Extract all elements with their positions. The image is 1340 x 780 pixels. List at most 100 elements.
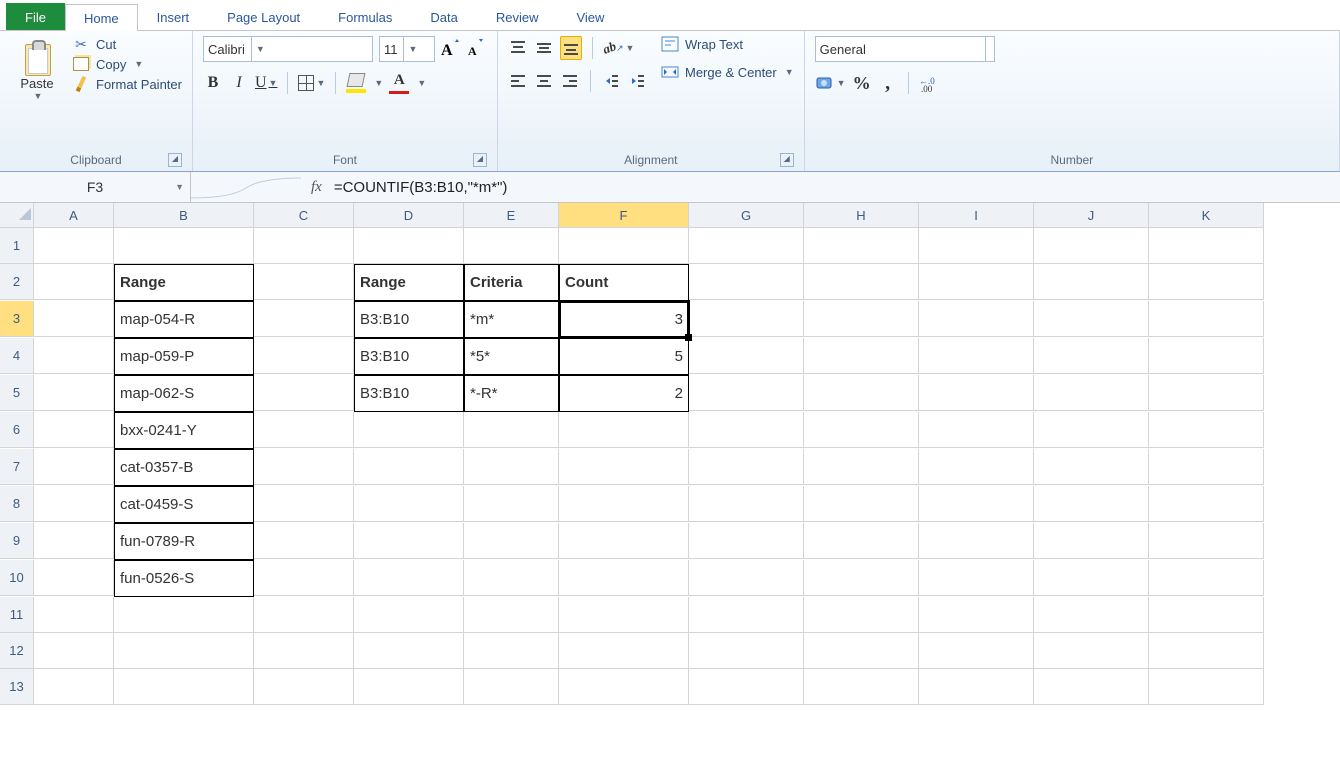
row-header-1[interactable]: 1 (0, 228, 34, 264)
column-header-F[interactable]: F (559, 203, 689, 228)
row-header-4[interactable]: 4 (0, 338, 34, 374)
chevron-down-icon[interactable]: ▼ (417, 78, 426, 88)
percent-button[interactable]: % (852, 72, 872, 94)
row-header-2[interactable]: 2 (0, 264, 34, 300)
cell-A6[interactable] (34, 412, 114, 448)
cell-F2[interactable]: Count (559, 264, 689, 301)
align-bottom-button[interactable] (560, 36, 582, 60)
cell-D10[interactable] (354, 560, 464, 596)
cell-H1[interactable] (804, 228, 919, 264)
cell-H2[interactable] (804, 264, 919, 300)
cell-G12[interactable] (689, 633, 804, 669)
cell-I8[interactable] (919, 486, 1034, 522)
cell-G13[interactable] (689, 669, 804, 705)
tab-view[interactable]: View (557, 3, 623, 30)
cell-H7[interactable] (804, 449, 919, 485)
cell-E13[interactable] (464, 669, 559, 705)
cell-B9[interactable]: fun-0789-R (114, 523, 254, 560)
font-size-combo[interactable]: 11 ▼ (379, 36, 435, 62)
cell-I5[interactable] (919, 375, 1034, 411)
cell-I4[interactable] (919, 338, 1034, 374)
row-header-12[interactable]: 12 (0, 633, 34, 669)
cell-H8[interactable] (804, 486, 919, 522)
cell-H4[interactable] (804, 338, 919, 374)
cell-J9[interactable] (1034, 523, 1149, 559)
cell-K10[interactable] (1149, 560, 1264, 596)
cell-J3[interactable] (1034, 301, 1149, 337)
cell-B2[interactable]: Range (114, 264, 254, 301)
cell-C5[interactable] (254, 375, 354, 411)
cell-J6[interactable] (1034, 412, 1149, 448)
cell-E3[interactable]: *m* (464, 301, 559, 338)
cell-D2[interactable]: Range (354, 264, 464, 301)
wrap-text-button[interactable]: Wrap Text (661, 36, 794, 52)
cell-C12[interactable] (254, 633, 354, 669)
cell-B5[interactable]: map-062-S (114, 375, 254, 412)
cell-F7[interactable] (559, 449, 689, 485)
tab-page-layout[interactable]: Page Layout (208, 3, 319, 30)
cell-J10[interactable] (1034, 560, 1149, 596)
align-middle-button[interactable] (534, 37, 554, 59)
cell-F5[interactable]: 2 (559, 375, 689, 412)
font-color-button[interactable]: A (389, 72, 409, 94)
cell-K13[interactable] (1149, 669, 1264, 705)
cell-K8[interactable] (1149, 486, 1264, 522)
cell-J2[interactable] (1034, 264, 1149, 300)
cell-K3[interactable] (1149, 301, 1264, 337)
cell-A4[interactable] (34, 338, 114, 374)
cell-D5[interactable]: B3:B10 (354, 375, 464, 412)
merge-center-button[interactable]: Merge & Center ▼ (661, 64, 794, 80)
cell-F11[interactable] (559, 597, 689, 633)
cell-H13[interactable] (804, 669, 919, 705)
cell-C2[interactable] (254, 264, 354, 300)
cell-F12[interactable] (559, 633, 689, 669)
cell-K6[interactable] (1149, 412, 1264, 448)
cell-H10[interactable] (804, 560, 919, 596)
cell-J4[interactable] (1034, 338, 1149, 374)
cell-B8[interactable]: cat-0459-S (114, 486, 254, 523)
cell-A10[interactable] (34, 560, 114, 596)
cell-D4[interactable]: B3:B10 (354, 338, 464, 375)
cell-J13[interactable] (1034, 669, 1149, 705)
cell-I7[interactable] (919, 449, 1034, 485)
cell-H3[interactable] (804, 301, 919, 337)
cell-D8[interactable] (354, 486, 464, 522)
cell-G5[interactable] (689, 375, 804, 411)
row-header-8[interactable]: 8 (0, 486, 34, 522)
comma-button[interactable]: , (878, 72, 898, 94)
cell-A11[interactable] (34, 597, 114, 633)
cell-A3[interactable] (34, 301, 114, 337)
cell-I1[interactable] (919, 228, 1034, 264)
cell-F8[interactable] (559, 486, 689, 522)
column-header-K[interactable]: K (1149, 203, 1264, 228)
cell-I6[interactable] (919, 412, 1034, 448)
cell-K1[interactable] (1149, 228, 1264, 264)
cell-E12[interactable] (464, 633, 559, 669)
column-header-A[interactable]: A (34, 203, 114, 228)
cell-I13[interactable] (919, 669, 1034, 705)
cell-E6[interactable] (464, 412, 559, 448)
cell-E4[interactable]: *5* (464, 338, 559, 375)
cell-F10[interactable] (559, 560, 689, 596)
cell-F9[interactable] (559, 523, 689, 559)
cell-D1[interactable] (354, 228, 464, 264)
row-header-7[interactable]: 7 (0, 449, 34, 485)
column-header-G[interactable]: G (689, 203, 804, 228)
cell-B3[interactable]: map-054-R (114, 301, 254, 338)
column-header-C[interactable]: C (254, 203, 354, 228)
cell-G6[interactable] (689, 412, 804, 448)
format-painter-button[interactable]: Format Painter (72, 76, 182, 92)
paste-button[interactable]: Paste ▼ (10, 36, 64, 101)
cell-K4[interactable] (1149, 338, 1264, 374)
tab-data[interactable]: Data (411, 3, 476, 30)
cell-I11[interactable] (919, 597, 1034, 633)
orientation-button[interactable]: ab↗▼ (603, 37, 634, 59)
dialog-launcher-icon[interactable]: ◢ (168, 153, 182, 167)
cell-B13[interactable] (114, 669, 254, 705)
cell-B4[interactable]: map-059-P (114, 338, 254, 375)
cell-C1[interactable] (254, 228, 354, 264)
tab-formulas[interactable]: Formulas (319, 3, 411, 30)
cell-K11[interactable] (1149, 597, 1264, 633)
cell-G9[interactable] (689, 523, 804, 559)
cell-D12[interactable] (354, 633, 464, 669)
